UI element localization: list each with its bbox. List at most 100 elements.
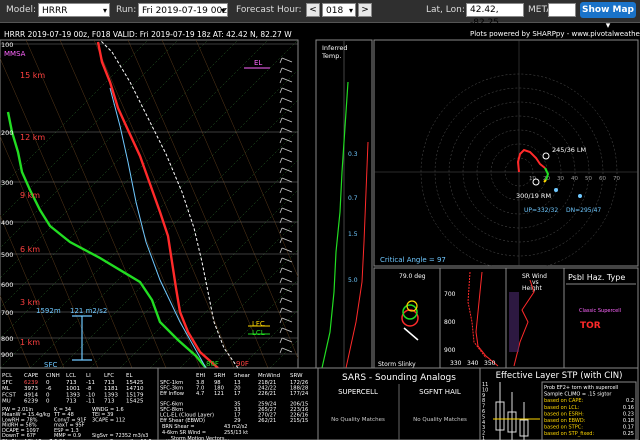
kinematics-cell: 177/24 [290, 391, 309, 397]
theta-x-tick: 350 [484, 360, 496, 367]
indices-cell: 14710 [126, 386, 144, 392]
indices-cell: -11 [86, 380, 95, 386]
lcl-label: LCL [252, 329, 265, 337]
indices-header: PCL [2, 373, 13, 379]
prev-hour-button[interactable]: < [306, 3, 320, 17]
indices-stat: 3CAPE = 112 [92, 417, 125, 423]
run-select[interactable]: Fri 2019-07-19 00z ▾ [138, 3, 228, 17]
sars-panel: SARS - Sounding Analogs SUPERCELL SGFNT … [317, 367, 481, 440]
sr-wind-band [509, 292, 519, 352]
stp-legend-value: 0.16 [623, 405, 634, 411]
skewt-header: HRRR 2019-07-19 00z, F018 VALID: Fri 201… [4, 30, 292, 39]
indices-cell: 6239 [24, 380, 38, 386]
indices-cell: 15425 [126, 380, 144, 386]
kinematics-cell: 121 [214, 391, 224, 397]
left-mover-label: 245/36 LM [552, 146, 586, 154]
sfc-dewpoint-label: 80F [206, 360, 219, 368]
stp-legend-label: based on CAPE: [544, 398, 584, 404]
theta-x-tick: 330 [450, 360, 462, 367]
kinematics-cell: 215/15 [290, 418, 308, 424]
kinematics-header: MnWind [258, 373, 280, 379]
indices-cell: SFC [2, 380, 13, 386]
show-map-button[interactable]: Show Map ▾ [580, 2, 636, 31]
hazard-title: Psbl Haz. Type [568, 273, 625, 282]
indices-cell: 713 [104, 399, 115, 405]
upshear-label: UP=332/32 [524, 207, 558, 214]
kinematics-cell: 262/21 [258, 418, 276, 424]
kinematics-header: SRW [290, 373, 303, 379]
sars-hail-label: SGFNT HAIL [419, 388, 461, 396]
indices-cell: 1001 [66, 386, 80, 392]
stp-legend-label: based on STP_fixed: [544, 431, 594, 437]
model-label: Model: [6, 5, 37, 15]
kinematics-cell: Eff Shear (EBWD) [160, 418, 205, 424]
sars-supercell-label: SUPERCELL [338, 388, 378, 396]
kinematics-header: EHI [196, 373, 206, 379]
indices-header: EL [126, 373, 133, 379]
chevron-down-icon: ▾ [102, 6, 107, 15]
pressure-tick-label: 900 [1, 351, 13, 359]
hodograph-ring-label: 40 [571, 176, 578, 182]
hazard-frame [563, 267, 639, 369]
height-label: 3 km [20, 298, 40, 307]
stp-legend-value: 0.2 [626, 398, 634, 404]
indices-cell: 713 [66, 380, 77, 386]
pressure-tick-label: 400 [1, 219, 13, 227]
pressure-tick-label: 500 [1, 251, 13, 259]
stp-legend-value: 0.23 [623, 411, 634, 417]
indices-cell: -11 [86, 399, 95, 405]
theta-panel: 700 800 900 330 340 350 [439, 267, 507, 369]
indices-cell: 15425 [126, 399, 144, 405]
stp-legend-label: Prob EF2+ torn with supercell [544, 385, 618, 391]
indices-cell: 713 [66, 399, 77, 405]
kinematics-header: SRH [214, 373, 225, 379]
indices-header: LI [86, 373, 91, 379]
theta-p-tick: 900 [444, 347, 456, 354]
indices-header: LFC [104, 373, 114, 379]
skewt-frame [0, 39, 299, 369]
stp-legend-label: based on EBWD: [544, 418, 586, 424]
hazard-class: Classic Supercell [579, 308, 621, 314]
downshear-marker [578, 194, 582, 198]
sars-supercell-matches: No Quality Matches [331, 417, 385, 423]
indices-panel: PCL CAPE CINH LCL LI LFC EL SFC 6239 0 713 -11 713 15… [0, 367, 159, 440]
height-label: 15 km [20, 71, 45, 80]
chevron-down-icon: ▾ [220, 6, 225, 15]
effective-inflow-label: 121 m2/s2 [70, 307, 107, 315]
sars-hail-matches: No Quality Matches [413, 417, 467, 423]
indices-header: CINH [46, 373, 60, 379]
latlon-input[interactable]: 42.42, -82.25 [466, 3, 524, 28]
effective-inflow-top-label: 1592m [36, 307, 61, 315]
metar-input[interactable] [548, 3, 576, 17]
indices-cell: 713 [104, 380, 115, 386]
kinematics-cell: 29 [234, 418, 241, 424]
stp-panel: Effective Layer STP (with CIN) 111098765… [479, 367, 639, 440]
theta-p-tick: 700 [444, 291, 456, 298]
stp-y-tick: 1 [482, 436, 485, 440]
model-value: HRRR [42, 6, 68, 16]
model-select[interactable]: HRRR ▾ [38, 3, 110, 17]
indices-cell: -6 [46, 386, 52, 392]
next-hour-button[interactable]: > [358, 3, 372, 17]
kinematics-header: Shear [234, 373, 251, 379]
sars-title: SARS - Sounding Analogs [342, 373, 456, 383]
lfc-label: LFC [252, 320, 265, 328]
pressure-tick-label: 700 [1, 309, 13, 317]
inferred-temp-label: Inferred [322, 44, 348, 52]
indices-cell: -10 [86, 392, 95, 398]
storm-slinky-title: Storm Slinky [378, 361, 416, 368]
indices-cell: MU [2, 399, 11, 405]
pressure-tick-label: 200 [1, 129, 13, 137]
forecast-hour-select[interactable]: 018 ▾ [322, 3, 356, 17]
inferred-temp-label: Temp. [321, 52, 341, 60]
stp-legend-label: based on ESRH: [544, 411, 584, 417]
show-map-label: Show Map [582, 5, 634, 15]
critical-angle: Critical Angle = 97 [380, 256, 446, 264]
stp-legend-label: Sample CLIMO = .15 sigtor [544, 392, 612, 398]
pressure-tick-label: 800 [1, 335, 13, 343]
indices-cell: 1393 [66, 392, 80, 398]
toolbar: Model: HRRR ▾ Run: Fri 2019-07-19 00z ▾ … [0, 0, 640, 31]
hodograph-ring-label: 60 [599, 176, 606, 182]
forecast-hour-value: 018 [326, 6, 344, 16]
right-mover-label: 300/19 RM [516, 192, 551, 200]
